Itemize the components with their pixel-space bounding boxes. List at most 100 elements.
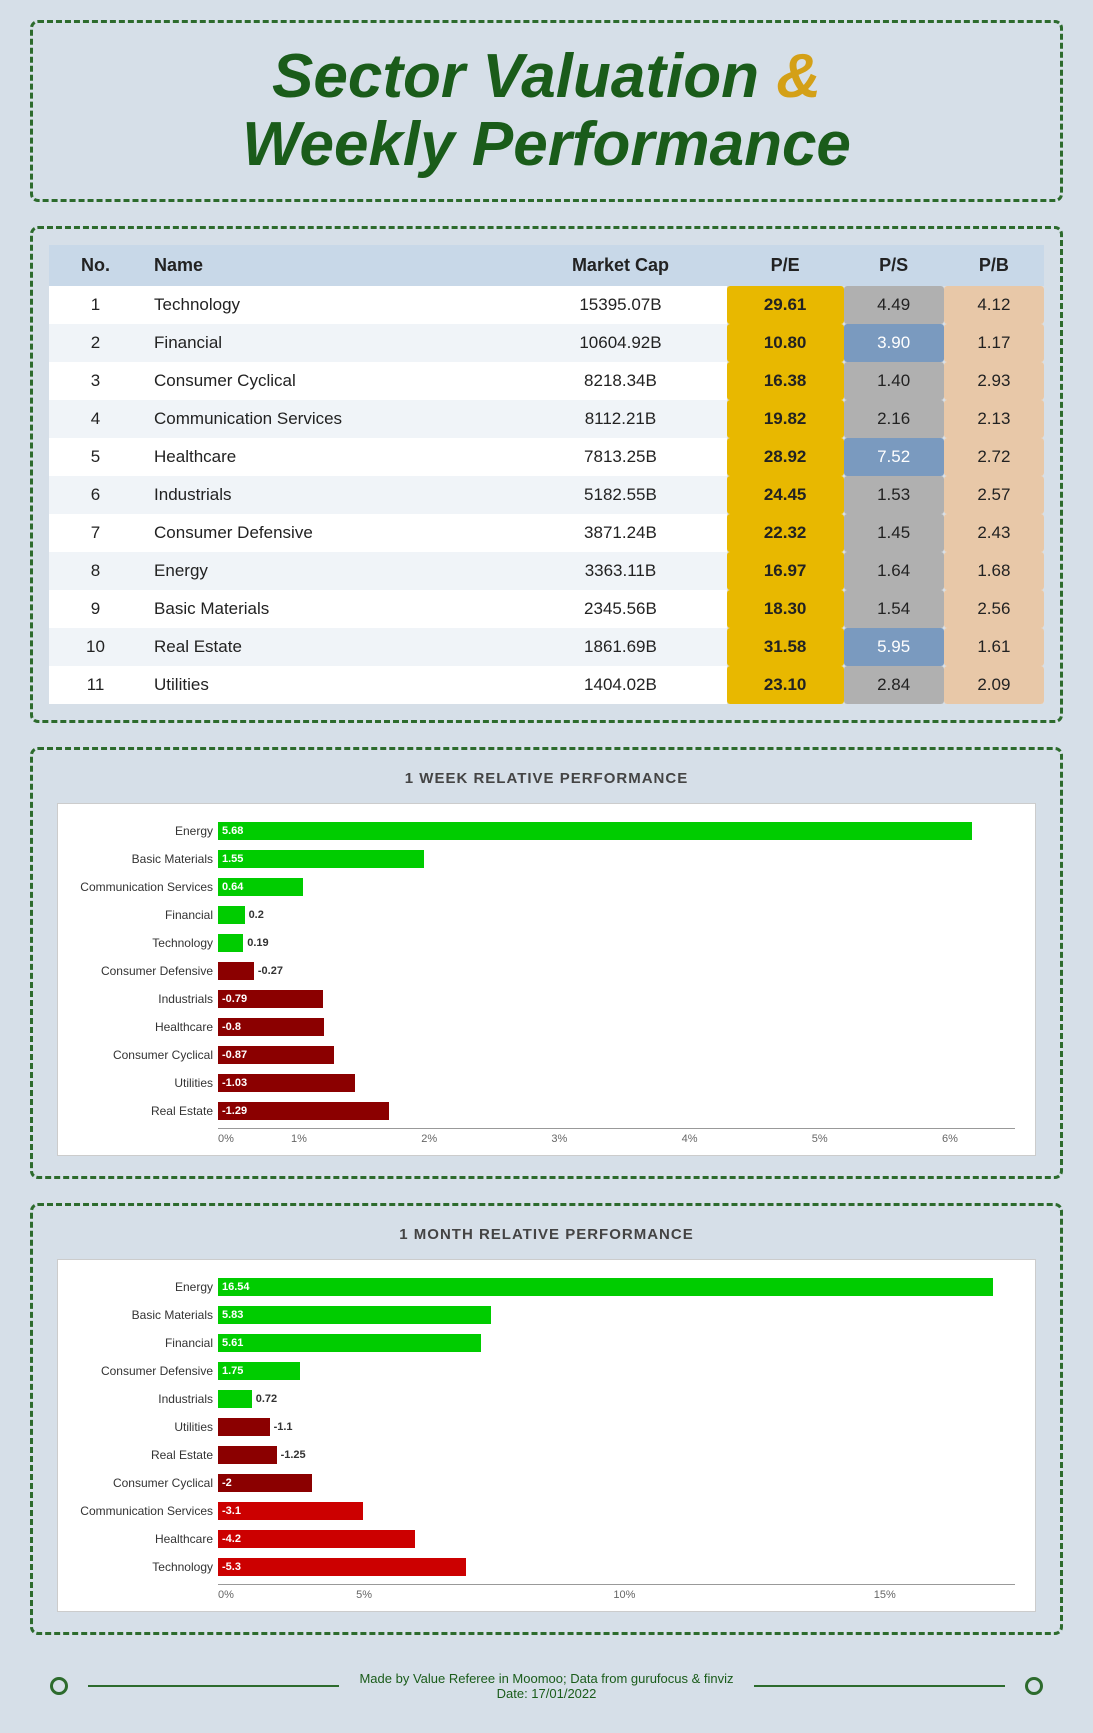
- month-chart-container: Energy16.54Basic Materials5.83Financial5…: [57, 1259, 1036, 1612]
- cell-pe: 29.61: [727, 286, 844, 324]
- cell-pb: 1.61: [944, 628, 1044, 666]
- cell-ps: 1.40: [844, 362, 944, 400]
- col-header-ps: P/S: [844, 245, 944, 286]
- bar-value: 0.64: [218, 881, 247, 893]
- chart-bar: -3.1: [218, 1502, 363, 1520]
- cell-pe: 10.80: [727, 324, 844, 362]
- cell-pe: 18.30: [727, 590, 844, 628]
- cell-name: Consumer Defensive: [142, 514, 514, 552]
- chart-bar: 5.68: [218, 822, 972, 840]
- cell-ps: 1.54: [844, 590, 944, 628]
- cell-pe: 28.92: [727, 438, 844, 476]
- chart-row: Real Estate-1.25: [218, 1444, 1015, 1466]
- month-x-axis: 0%5%10%15%: [218, 1584, 1015, 1601]
- chart-row: Industrials-0.79: [218, 988, 1015, 1010]
- chart-label: Industrials: [63, 992, 213, 1006]
- chart-row: Financial0.2: [218, 904, 1015, 926]
- bar-value: 0.2: [245, 909, 264, 921]
- bar-value: -0.8: [218, 1021, 245, 1033]
- chart-bar: -5.3: [218, 1558, 466, 1576]
- chart-bar: [218, 962, 254, 980]
- cell-pb: 1.68: [944, 552, 1044, 590]
- chart-bar-area: 0.2: [218, 904, 1015, 926]
- chart-bar: 5.61: [218, 1334, 481, 1352]
- cell-market-cap: 10604.92B: [514, 324, 726, 362]
- chart-bar: 1.75: [218, 1362, 300, 1380]
- chart-bar-area: -0.8: [218, 1016, 1015, 1038]
- chart-row: Energy5.68: [218, 820, 1015, 842]
- bar-value: -0.87: [218, 1049, 251, 1061]
- chart-bar-area: -5.3: [218, 1556, 1015, 1578]
- cell-ps: 1.53: [844, 476, 944, 514]
- chart-bar-area: -1.25: [218, 1444, 1015, 1466]
- title-line1: Sector Valuation: [272, 42, 776, 111]
- cell-pe: 16.38: [727, 362, 844, 400]
- cell-ps: 2.84: [844, 666, 944, 704]
- cell-ps: 5.95: [844, 628, 944, 666]
- cell-name: Technology: [142, 286, 514, 324]
- footer-text: Made by Value Referee in Moomoo; Data fr…: [359, 1671, 733, 1701]
- bar-value: 0.72: [252, 1393, 277, 1405]
- title-ampersand: &: [776, 42, 821, 111]
- chart-label: Financial: [63, 908, 213, 922]
- bar-value: -1.29: [218, 1105, 251, 1117]
- bar-value: -1.25: [277, 1449, 306, 1461]
- x-tick: 10%: [494, 1589, 754, 1601]
- table-row: 11 Utilities 1404.02B 23.10 2.84 2.09: [49, 666, 1044, 704]
- footer-circle-left: [50, 1677, 68, 1695]
- chart-row: Basic Materials1.55: [218, 848, 1015, 870]
- cell-no: 1: [49, 286, 142, 324]
- bar-value: 1.75: [218, 1365, 247, 1377]
- footer-line1: Made by Value Referee in Moomoo; Data fr…: [359, 1671, 733, 1686]
- cell-pb: 1.17: [944, 324, 1044, 362]
- cell-market-cap: 15395.07B: [514, 286, 726, 324]
- chart-label: Industrials: [63, 1392, 213, 1406]
- chart-label: Consumer Cyclical: [63, 1476, 213, 1490]
- title-line2: Weekly Performance: [242, 110, 851, 179]
- cell-ps: 1.45: [844, 514, 944, 552]
- chart-row: Utilities-1.03: [218, 1072, 1015, 1094]
- chart-row: Consumer Cyclical-2: [218, 1472, 1015, 1494]
- week-x-axis: 0%1%2%3%4%5%6%: [218, 1128, 1015, 1145]
- chart-row: Basic Materials5.83: [218, 1304, 1015, 1326]
- footer-line-right: [754, 1685, 1005, 1687]
- col-header-pe: P/E: [727, 245, 844, 286]
- chart-bar: [218, 906, 245, 924]
- chart-row: Communication Services0.64: [218, 876, 1015, 898]
- week-chart-container: Energy5.68 Basic Materials1.55 Communicati…: [57, 803, 1036, 1156]
- chart-row: Financial5.61: [218, 1332, 1015, 1354]
- chart-bar: -1.29: [218, 1102, 389, 1120]
- cell-name: Energy: [142, 552, 514, 590]
- bar-value: -0.79: [218, 993, 251, 1005]
- table-row: 3 Consumer Cyclical 8218.34B 16.38 1.40 …: [49, 362, 1044, 400]
- bar-value: -3.1: [218, 1505, 245, 1517]
- chart-label: Consumer Defensive: [63, 964, 213, 978]
- chart-bar-area: 1.55: [218, 848, 1015, 870]
- chart-label: Healthcare: [63, 1532, 213, 1546]
- cell-pb: 2.43: [944, 514, 1044, 552]
- title-section: Sector Valuation & Weekly Performance: [30, 20, 1063, 202]
- x-tick: 0%: [218, 1133, 234, 1145]
- cell-name: Real Estate: [142, 628, 514, 666]
- cell-market-cap: 8218.34B: [514, 362, 726, 400]
- cell-no: 7: [49, 514, 142, 552]
- chart-bar: -2: [218, 1474, 312, 1492]
- x-tick: 15%: [755, 1589, 1015, 1601]
- bar-value: -2: [218, 1477, 236, 1489]
- cell-pe: 19.82: [727, 400, 844, 438]
- chart-bar-area: 5.61: [218, 1332, 1015, 1354]
- table-section: No. Name Market Cap P/E P/S P/B 1 Techno…: [30, 226, 1063, 723]
- week-chart-title: 1 WEEK RELATIVE PERFORMANCE: [57, 770, 1036, 787]
- chart-bar-area: 5.68: [218, 820, 1015, 842]
- cell-ps: 3.90: [844, 324, 944, 362]
- col-header-marketcap: Market Cap: [514, 245, 726, 286]
- chart-bar-area: 16.54: [218, 1276, 1015, 1298]
- chart-bar: 5.83: [218, 1306, 491, 1324]
- x-tick: 6%: [885, 1133, 1015, 1145]
- chart-row: Real Estate-1.29: [218, 1100, 1015, 1122]
- chart-bar-area: -0.79: [218, 988, 1015, 1010]
- footer-line2: Date: 17/01/2022: [359, 1686, 733, 1701]
- x-tick: 1%: [234, 1133, 364, 1145]
- chart-bar-area: 0.64: [218, 876, 1015, 898]
- cell-pb: 2.13: [944, 400, 1044, 438]
